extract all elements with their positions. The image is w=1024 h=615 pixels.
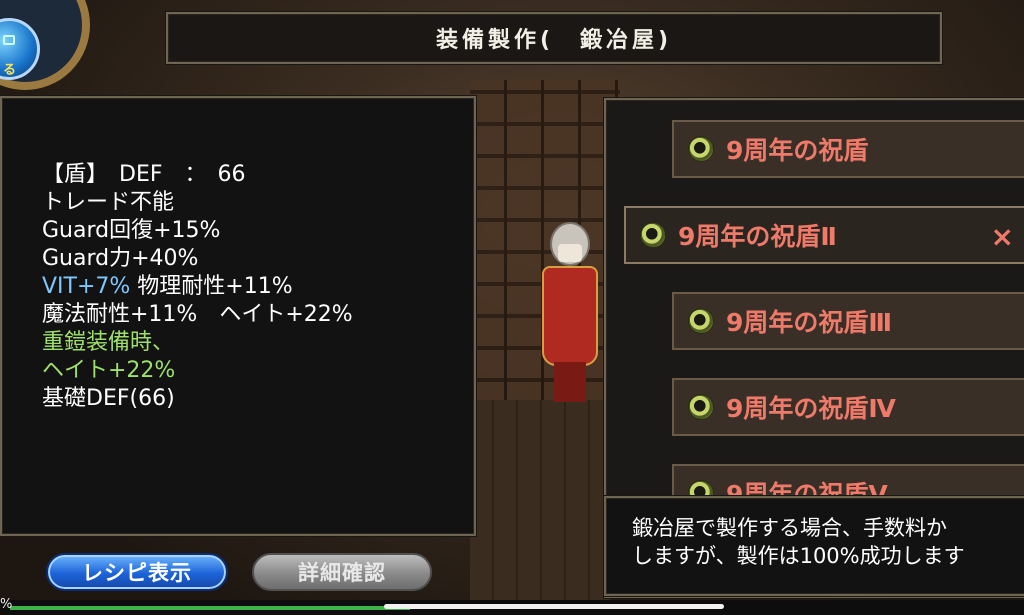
item-info-panel: 【盾】 DEF ： 66 トレード不能 Guard回復+15% Guard力+4… <box>0 95 477 537</box>
stat-trade: トレード不能 <box>42 190 175 215</box>
recipe-item[interactable]: 9周年の祝盾 <box>672 120 1024 178</box>
character-body <box>542 266 598 366</box>
stat-vit-physical: VIT+7% 物理耐性+11% <box>42 274 293 300</box>
stat-magic-hate: 魔法耐性+11% ヘイト+22% <box>42 302 353 327</box>
recipe-name: 9周年の祝盾Ⅲ <box>726 308 893 337</box>
recipe-name: 9周年の祝盾Ⅳ <box>726 394 896 423</box>
status-bar <box>0 600 1024 615</box>
shield-gem-icon <box>688 308 714 334</box>
home-indicator[interactable] <box>384 604 724 609</box>
xp-bar <box>10 606 410 610</box>
title-bar: 装備製作( 鍛冶屋) <box>165 11 943 65</box>
stat-physical-resist: 物理耐性+11% <box>130 274 293 299</box>
stat-set-condition: 重鎧装備時、 <box>42 330 175 355</box>
shield-gem-icon <box>640 222 666 248</box>
chat-icon <box>3 35 15 45</box>
character-legs <box>554 362 586 402</box>
show-recipe-button[interactable]: レシピ表示 <box>46 553 228 591</box>
stat-def: 【盾】 DEF ： 66 <box>42 162 246 187</box>
recipe-name: 9周年の祝盾 <box>726 136 869 165</box>
recipe-item-selected[interactable]: 9周年の祝盾Ⅱ × <box>624 206 1024 264</box>
floor <box>470 400 610 615</box>
shield-gem-icon <box>688 136 714 162</box>
character-face <box>558 244 582 262</box>
message-panel: 鍛冶屋で製作する場合、手数料か しますが、製作は100%成功します <box>603 495 1024 597</box>
close-icon[interactable]: × <box>991 220 1014 253</box>
player-character <box>528 222 608 402</box>
stat-vit: VIT+7% <box>42 274 131 299</box>
stat-set-hate: ヘイト+22% <box>42 358 176 383</box>
stat-guard-recovery: Guard回復+15% <box>42 218 221 243</box>
xp-percent: % <box>0 597 13 612</box>
page-title: 装備製作( 鍛冶屋) <box>435 28 673 53</box>
message-line-1: 鍛冶屋で製作する場合、手数料か <box>632 516 947 540</box>
recipe-name: 9周年の祝盾Ⅱ <box>678 222 837 251</box>
recipe-item[interactable]: 9周年の祝盾Ⅲ <box>672 292 1024 350</box>
detail-check-button[interactable]: 詳細確認 <box>252 553 432 591</box>
recipe-item[interactable]: 9周年の祝盾Ⅳ <box>672 378 1024 436</box>
stat-base-def: 基礎DEF(66) <box>42 386 175 411</box>
stat-guard-power: Guard力+40% <box>42 246 199 271</box>
menu-orb-label: る <box>3 63 17 78</box>
message-line-2: しますが、製作は100%成功します <box>632 544 965 568</box>
shield-gem-icon <box>688 394 714 420</box>
